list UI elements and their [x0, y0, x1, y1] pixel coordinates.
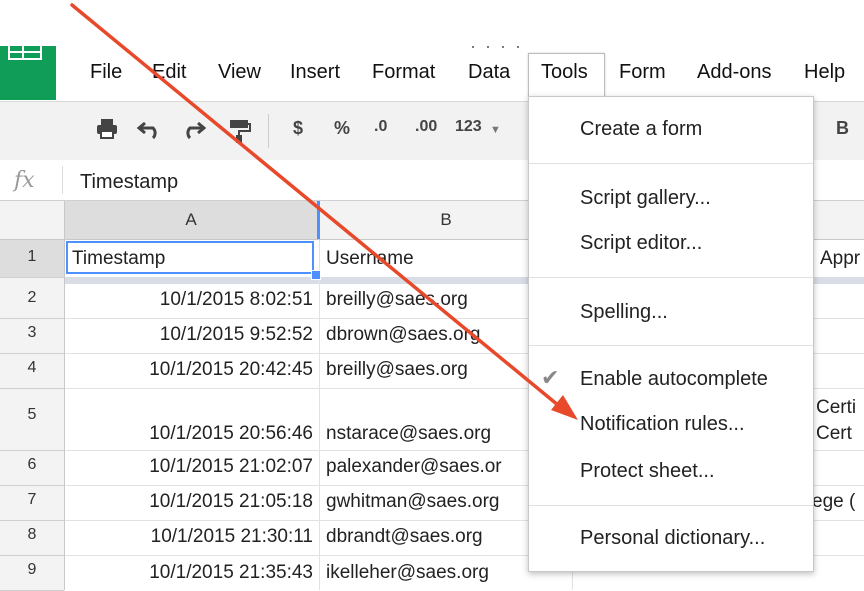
annotation-arrow — [70, 3, 578, 420]
